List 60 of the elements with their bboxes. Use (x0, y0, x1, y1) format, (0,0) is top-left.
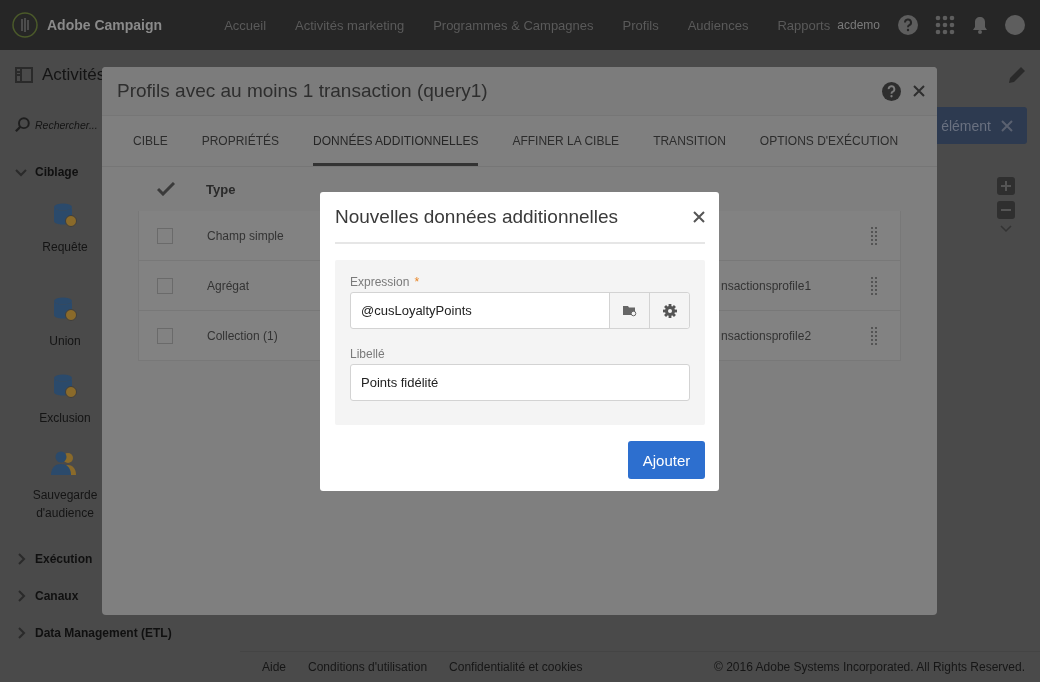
dialog-title: Profils avec au moins 1 transaction (query1) (117, 80, 489, 102)
tab[interactable]: TRANSITION (653, 116, 726, 166)
table-cell-text: nsactionsprofile2 (720, 328, 813, 343)
checkbox[interactable] (157, 327, 173, 344)
tab[interactable]: OPTIONS D'EXÉCUTION (759, 116, 899, 166)
panel-icon[interactable] (15, 67, 33, 83)
dialog-title: Nouvelles données additionnelles (335, 206, 620, 228)
close-icon[interactable] (693, 211, 705, 223)
pencil-icon[interactable] (1007, 65, 1027, 85)
chevron-right-icon[interactable] (15, 626, 27, 639)
group-header[interactable]: Exécution (15, 540, 93, 577)
database-icon (52, 296, 78, 322)
table-cell-text: Champ simple (207, 228, 285, 243)
tab[interactable]: DONNÉES ADDITIONNELLES (313, 116, 479, 166)
field-label: Libellé (350, 347, 385, 361)
settings-button[interactable] (649, 293, 689, 328)
drag-handle-icon[interactable] (870, 276, 878, 295)
expression-field[interactable]: @cusLoyaltyPoints (350, 292, 690, 329)
group-header[interactable]: Ciblage (15, 153, 79, 190)
folder-search-icon (622, 304, 637, 317)
apps-grid-icon[interactable] (935, 15, 955, 35)
user-name[interactable]: acdemo (837, 18, 880, 32)
people-icon (51, 450, 79, 476)
help-icon[interactable] (882, 81, 901, 101)
gear-icon (662, 303, 677, 318)
zoom-out-button[interactable] (997, 201, 1015, 219)
group-header[interactable]: Data Management (ETL) (15, 614, 172, 651)
check-icon[interactable] (157, 182, 175, 196)
table-cell-text: Agrégat (207, 278, 251, 293)
app-name: Adobe Campaign (47, 17, 163, 33)
avatar-icon[interactable] (1005, 15, 1025, 35)
logo-icon[interactable] (12, 12, 38, 38)
plus-icon (1000, 180, 1012, 192)
required-mark: * (414, 275, 420, 289)
chevron-right-icon[interactable] (15, 552, 27, 565)
browse-button[interactable] (609, 293, 649, 328)
database-icon (52, 202, 78, 228)
column-header: Type (206, 181, 237, 197)
zoom-in-button[interactable] (997, 177, 1015, 195)
expression-input[interactable]: @cusLoyaltyPoints (351, 293, 609, 328)
checkbox[interactable] (157, 277, 173, 294)
drag-handle-icon[interactable] (870, 226, 878, 245)
table-cell-text: nsactionsprofile1 (720, 278, 813, 293)
drag-handle-icon[interactable] (870, 326, 878, 345)
close-icon (1001, 119, 1013, 132)
help-icon[interactable] (898, 15, 918, 35)
search-icon[interactable] (15, 117, 31, 133)
field-label: Expression (350, 275, 410, 289)
database-icon (52, 373, 78, 399)
tab[interactable]: CIBLE (133, 116, 168, 166)
text-field[interactable]: Points fidélité (350, 364, 690, 401)
bell-icon[interactable] (972, 16, 988, 34)
close-icon[interactable] (913, 85, 925, 97)
chevron-right-icon[interactable] (15, 589, 27, 602)
add-button[interactable]: Ajouter (628, 441, 705, 479)
checkbox[interactable] (157, 227, 173, 244)
tab[interactable]: PROPRIÉTÉS (201, 116, 280, 166)
table-cell-text: Collection (1) (207, 328, 279, 343)
group-header[interactable]: Canaux (15, 577, 79, 614)
tab[interactable]: AFFINER LA CIBLE (512, 116, 620, 166)
